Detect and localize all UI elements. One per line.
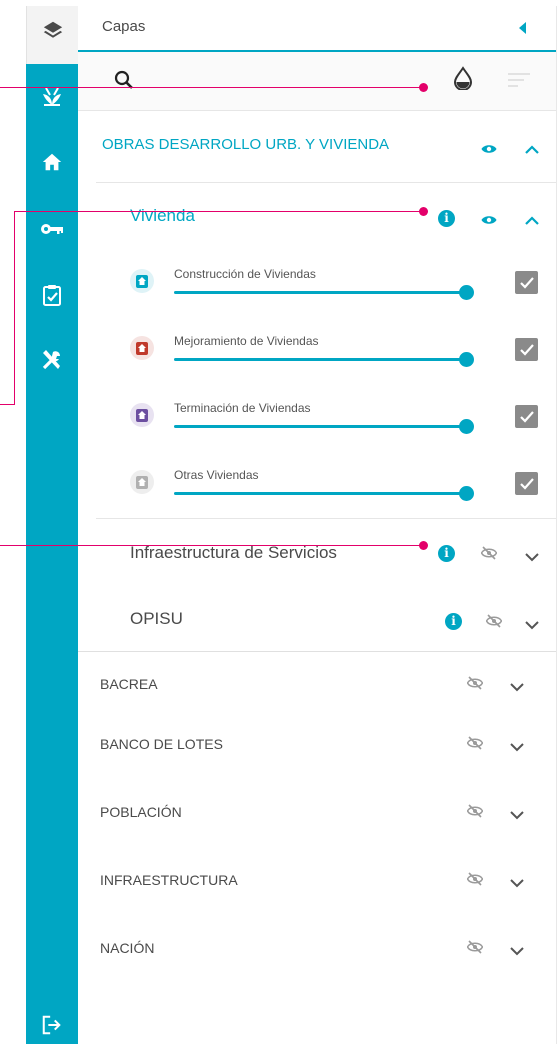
eye-off-icon[interactable]: [480, 546, 498, 565]
subgroup-opisu[interactable]: OPISU i: [78, 585, 556, 651]
logout-icon[interactable]: [26, 1005, 78, 1045]
group-poblacion[interactable]: POBLACIÓN: [78, 784, 556, 850]
layer-label: Terminación de Viviendas: [174, 401, 311, 415]
chevron-down-icon[interactable]: [524, 617, 540, 635]
callout-dot: [419, 83, 428, 92]
group-title: NACIÓN: [100, 940, 155, 956]
layer-checkbox[interactable]: [515, 472, 538, 495]
layer-label: Otras Viviendas: [174, 468, 259, 482]
chevron-down-icon[interactable]: [509, 875, 525, 893]
callout-line-infraestructura: [0, 545, 424, 546]
layers-panel: Capas OBRAS DESARROLLO URB. Y VIVIENDA V…: [78, 6, 557, 1044]
layer-label: Construcción de Viviendas: [174, 267, 316, 281]
sprout-icon[interactable]: [26, 76, 78, 116]
housing-marker-icon: [130, 403, 154, 427]
housing-marker-icon: [130, 336, 154, 360]
group-title: INFRAESTRUCTURA: [100, 872, 238, 888]
chevron-down-icon[interactable]: [524, 549, 540, 567]
filter-lines-icon[interactable]: [508, 72, 530, 93]
opacity-slider[interactable]: [174, 492, 466, 495]
subgroup-title: OPISU: [130, 609, 183, 628]
home-icon[interactable]: [26, 142, 78, 182]
collapse-panel-button[interactable]: [519, 22, 526, 34]
group-obras-desarrollo: OBRAS DESARROLLO URB. Y VIVIENDA Viviend…: [78, 111, 556, 652]
callout-dot: [419, 207, 428, 216]
callout-line-vivienda-bottom: [0, 404, 14, 405]
opacity-slider[interactable]: [174, 291, 466, 294]
info-icon[interactable]: i: [438, 545, 455, 562]
info-icon[interactable]: i: [445, 613, 462, 630]
housing-marker-icon: [130, 269, 154, 293]
callout-line-opacity: [0, 87, 424, 88]
chevron-up-icon[interactable]: [524, 213, 540, 231]
layer-row-otras: Otras Viviendas: [78, 452, 556, 518]
subgroup-title: Vivienda: [130, 206, 195, 225]
callout-dot: [419, 541, 428, 550]
opacity-slider[interactable]: [174, 425, 466, 428]
opacity-drop-icon[interactable]: [453, 66, 473, 95]
layer-row-terminacion: Terminación de Viviendas: [78, 385, 556, 451]
layer-checkbox[interactable]: [515, 405, 538, 428]
housing-marker-icon: [130, 470, 154, 494]
layer-checkbox[interactable]: [515, 271, 538, 294]
subgroup-vivienda-header[interactable]: Vivienda i: [78, 183, 556, 249]
opacity-slider-handle[interactable]: [459, 419, 474, 434]
opacity-slider-handle[interactable]: [459, 486, 474, 501]
opacity-slider-handle[interactable]: [459, 285, 474, 300]
opacity-slider[interactable]: [174, 358, 466, 361]
eye-off-icon[interactable]: [466, 940, 484, 959]
group-banco-de-lotes[interactable]: BANCO DE LOTES: [78, 718, 556, 784]
group-title: OBRAS DESARROLLO URB. Y VIVIENDA: [102, 136, 390, 153]
eye-off-icon[interactable]: [466, 676, 484, 695]
subgroup-infraestructura-servicios[interactable]: Infraestructura de Servicios i: [78, 519, 556, 585]
tools-icon[interactable]: [26, 340, 78, 380]
group-title: POBLACIÓN: [100, 804, 182, 820]
eye-off-icon[interactable]: [485, 614, 503, 633]
rail-layers-button[interactable]: [26, 6, 79, 64]
group-infraestructura[interactable]: INFRAESTRUCTURA: [78, 850, 556, 916]
subgroup-title: Infraestructura de Servicios: [130, 543, 337, 562]
group-bacrea[interactable]: BACREA: [78, 652, 556, 718]
group-header[interactable]: OBRAS DESARROLLO URB. Y VIVIENDA: [78, 111, 556, 177]
panel-toolbar: [78, 52, 556, 111]
layer-row-mejoramiento: Mejoramiento de Viviendas: [78, 318, 556, 384]
group-title: BACREA: [100, 676, 158, 692]
callout-line-vivienda-vertical: [14, 211, 15, 405]
search-icon[interactable]: [114, 70, 134, 95]
eye-icon[interactable]: [481, 213, 497, 231]
info-icon[interactable]: i: [438, 210, 455, 227]
clipboard-check-icon[interactable]: [26, 275, 78, 315]
layer-row-construccion: Construcción de Viviendas: [78, 251, 556, 317]
eye-icon[interactable]: [481, 142, 497, 160]
chevron-down-icon[interactable]: [509, 739, 525, 757]
chevron-down-icon[interactable]: [509, 679, 525, 697]
eye-off-icon[interactable]: [466, 872, 484, 891]
layer-checkbox[interactable]: [515, 338, 538, 361]
eye-off-icon[interactable]: [466, 804, 484, 823]
opacity-slider-handle[interactable]: [459, 352, 474, 367]
chevron-down-icon[interactable]: [509, 943, 525, 961]
group-nacion[interactable]: NACIÓN: [78, 916, 556, 982]
callout-line-vivienda: [14, 211, 424, 212]
layer-label: Mejoramiento de Viviendas: [174, 334, 319, 348]
layers-icon: [27, 10, 79, 50]
eye-off-icon[interactable]: [466, 736, 484, 755]
panel-title: Capas: [102, 18, 146, 35]
chevron-down-icon[interactable]: [509, 807, 525, 825]
panel-header: Capas: [78, 6, 556, 52]
chevron-up-icon[interactable]: [524, 142, 540, 160]
group-title: BANCO DE LOTES: [100, 736, 223, 752]
key-icon[interactable]: [26, 209, 78, 249]
